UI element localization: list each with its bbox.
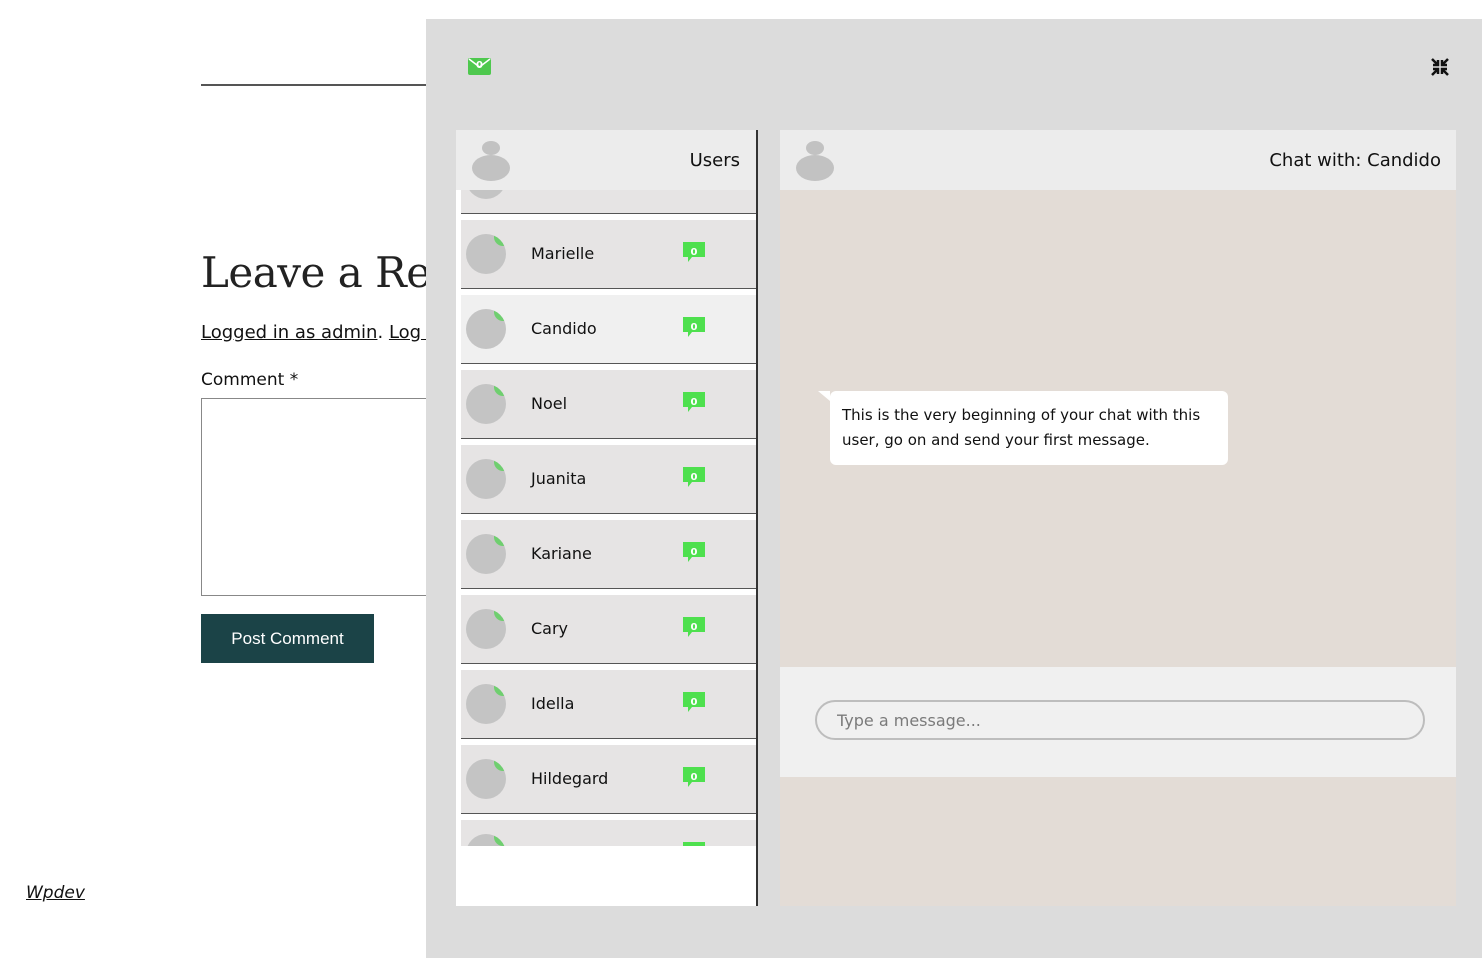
avatar-icon xyxy=(794,139,836,181)
user-avatar xyxy=(466,234,506,274)
user-avatar xyxy=(466,384,506,424)
message-badge-icon: 0 xyxy=(682,691,706,712)
message-count: 0 xyxy=(690,697,698,708)
message-badge-icon: 0 xyxy=(682,541,706,562)
message-badge-icon: 0 xyxy=(682,616,706,637)
message-badge-icon: 0 xyxy=(682,766,706,787)
user-list-item[interactable]: Candido 0 xyxy=(461,295,756,364)
user-avatar xyxy=(466,759,506,799)
separator: . xyxy=(377,322,384,343)
message-badge-icon: 0 xyxy=(682,391,706,412)
user-list-item[interactable]: Idella 0 xyxy=(461,670,756,739)
page-divider xyxy=(201,84,441,86)
chat-panel: Chat with: Candido This is the very begi… xyxy=(780,130,1456,906)
user-avatar xyxy=(466,609,506,649)
message-count: 0 xyxy=(690,772,698,783)
message-input-area xyxy=(780,667,1456,777)
chat-overlay: 0 Users Marielle 0 Candido 0 Noel 0 Juanita 0 Ka… xyxy=(426,19,1482,958)
users-title: Users xyxy=(689,150,740,171)
user-avatar xyxy=(466,684,506,724)
user-list[interactable]: Marielle 0 Candido 0 Noel 0 Juanita 0 Kariane 0 Ca… xyxy=(461,190,756,846)
user-name: Hildegard xyxy=(531,769,609,788)
user-list-item[interactable] xyxy=(461,820,756,846)
user-list-item[interactable]: Juanita 0 xyxy=(461,445,756,514)
logged-in-link[interactable]: Logged in as admin xyxy=(201,322,377,343)
message-count: 0 xyxy=(690,622,698,633)
message-count: 0 xyxy=(690,247,698,258)
user-name: Idella xyxy=(531,694,575,713)
logged-in-line: Logged in as admin. Log out xyxy=(201,322,456,343)
user-list-item[interactable]: Cary 0 xyxy=(461,595,756,664)
user-avatar xyxy=(466,309,506,349)
users-header: Users xyxy=(456,130,756,190)
message-badge-icon: 0 xyxy=(682,241,706,262)
message-input[interactable] xyxy=(815,700,1425,740)
message-badge-icon: 0 xyxy=(682,466,706,487)
user-name: Noel xyxy=(531,394,568,413)
users-panel: Users Marielle 0 Candido 0 Noel 0 Juanita 0 Kari… xyxy=(456,130,758,906)
user-avatar xyxy=(466,834,506,846)
user-list-item[interactable] xyxy=(461,190,756,214)
user-name: Marielle xyxy=(531,244,595,263)
comment-label: Comment * xyxy=(201,370,299,390)
user-list-item[interactable]: Noel 0 xyxy=(461,370,756,439)
message-count: 0 xyxy=(690,397,698,408)
user-avatar xyxy=(466,459,506,499)
user-name: Candido xyxy=(531,319,597,338)
user-avatar xyxy=(466,190,506,199)
chat-header: Chat with: Candido xyxy=(780,130,1456,190)
mail-count: 0 xyxy=(476,60,483,71)
footer-site-link[interactable]: Wpdev xyxy=(26,883,85,903)
message-badge-icon: 0 xyxy=(682,316,706,337)
mail-icon[interactable]: 0 xyxy=(468,58,491,75)
message-count: 0 xyxy=(690,547,698,558)
comment-textarea[interactable] xyxy=(201,398,463,596)
user-name: Juanita xyxy=(531,469,587,488)
message-count: 0 xyxy=(690,322,698,333)
user-list-item[interactable]: Kariane 0 xyxy=(461,520,756,589)
message-count: 0 xyxy=(690,472,698,483)
welcome-message-bubble: This is the very beginning of your chat … xyxy=(818,391,1228,465)
user-name: Kariane xyxy=(531,544,592,563)
user-list-item[interactable]: Marielle 0 xyxy=(461,220,756,289)
user-name: Cary xyxy=(531,619,569,638)
message-badge-icon xyxy=(682,841,706,846)
user-avatar xyxy=(466,534,506,574)
post-comment-button[interactable]: Post Comment xyxy=(201,614,374,663)
user-list-item[interactable]: Hildegard 0 xyxy=(461,745,756,814)
collapse-icon[interactable] xyxy=(1430,57,1450,77)
chat-title: Chat with: Candido xyxy=(1269,150,1441,171)
avatar-icon xyxy=(470,139,512,181)
